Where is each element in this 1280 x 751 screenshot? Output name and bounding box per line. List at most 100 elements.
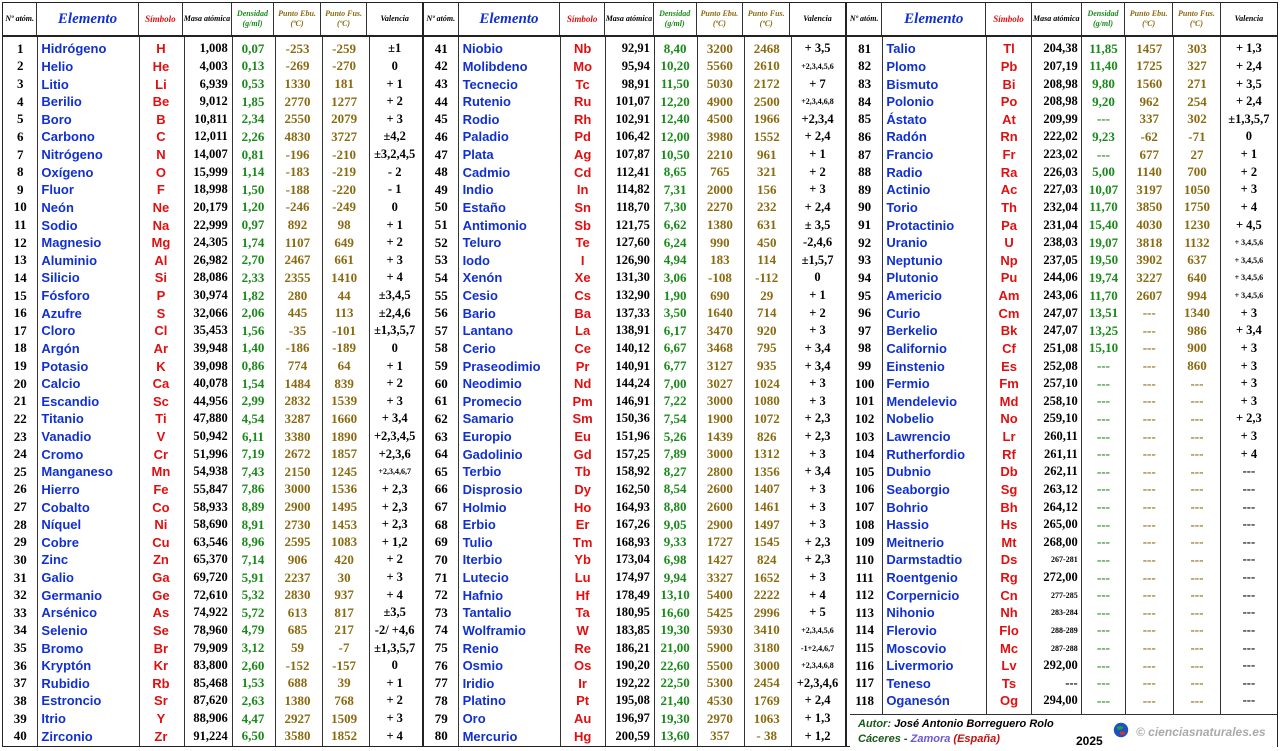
element-symbol: Rg bbox=[1000, 570, 1018, 586]
atomic-number: 84 bbox=[858, 93, 872, 109]
atomic-number: 107 bbox=[854, 499, 875, 515]
melting-point: 900 bbox=[1187, 340, 1207, 356]
atomic-mass: 168,93 bbox=[615, 534, 650, 549]
element-symbol: Hg bbox=[573, 728, 592, 744]
boiling-point: -269 bbox=[285, 58, 310, 74]
valence: + 3 bbox=[1240, 340, 1258, 355]
density: 8,96 bbox=[241, 534, 265, 550]
author-name: José Antonio Borreguero Rolo bbox=[894, 718, 1054, 730]
valence: ±2,4,6 bbox=[378, 305, 411, 320]
element-symbol: Lr bbox=[1002, 429, 1016, 445]
density: --- bbox=[1097, 146, 1110, 162]
header-row: Nº atóm. Elemento Símbolo Masa atómica Densi… bbox=[3, 3, 422, 37]
valence: +2,3,4,6 bbox=[796, 675, 839, 690]
density: 21,00 bbox=[660, 640, 690, 656]
atomic-number: 91 bbox=[858, 217, 872, 233]
valence: + 4 bbox=[1240, 199, 1258, 214]
boiling-point: 3468 bbox=[706, 340, 733, 356]
atomic-number: 105 bbox=[854, 463, 875, 479]
melting-point: 1230 bbox=[1183, 217, 1210, 233]
element-name: Estaño bbox=[462, 199, 506, 215]
element-symbol: Zn bbox=[152, 552, 169, 568]
melting-point: 961 bbox=[756, 146, 777, 162]
atomic-number: 39 bbox=[13, 710, 27, 726]
atomic-number: 117 bbox=[855, 675, 875, 691]
density: 9,23 bbox=[1092, 128, 1115, 144]
element-name: Teluro bbox=[462, 235, 502, 251]
boiling-point: 4530 bbox=[706, 692, 733, 708]
element-symbol: Ru bbox=[573, 94, 592, 110]
table-row: 36 Kryptón Kr 83,800 2,60 -152 -157 0 bbox=[3, 657, 422, 675]
element-name: Dubnio bbox=[886, 464, 932, 480]
valence: - 2 bbox=[387, 164, 402, 179]
valence: --- bbox=[1242, 693, 1256, 708]
element-name: Darmstadtio bbox=[886, 552, 963, 568]
melting-point: 768 bbox=[334, 692, 354, 708]
atomic-number: 23 bbox=[13, 428, 27, 444]
boiling-point: -253 bbox=[285, 40, 310, 56]
table-row: 64 Gadolinio Gd 157,25 7,89 3000 1312 + 3 bbox=[424, 445, 845, 463]
element-symbol: Pt bbox=[576, 693, 590, 709]
periodic-data-sheet: Nº atóm. Elemento Símbolo Masa atómica Densi… bbox=[2, 2, 1278, 748]
atomic-number: 46 bbox=[434, 128, 448, 144]
density: 5,32 bbox=[241, 587, 265, 603]
atomic-number: 10 bbox=[13, 199, 27, 215]
atomic-number: 53 bbox=[434, 252, 448, 268]
element-symbol: O bbox=[155, 164, 166, 180]
valence: + 3,4,5,6 bbox=[1234, 238, 1264, 248]
column-divider bbox=[1031, 37, 1033, 714]
element-name: Plata bbox=[462, 147, 494, 163]
boiling-point: 1107 bbox=[284, 234, 311, 250]
boiling-point: --- bbox=[1142, 322, 1156, 338]
atomic-number: 27 bbox=[13, 499, 27, 515]
melting-point: 700 bbox=[1187, 164, 1207, 180]
valence: + 2,3 bbox=[381, 499, 408, 514]
element-symbol: Mt bbox=[1001, 534, 1017, 550]
table-row: 91 Protactinio Pa 231,04 15,40 4030 1230 + 4,5 bbox=[847, 216, 1277, 234]
density: 7,89 bbox=[663, 446, 687, 462]
density: 13,10 bbox=[660, 587, 690, 603]
boiling-point: 5425 bbox=[706, 604, 733, 620]
melting-point: 2996 bbox=[753, 604, 780, 620]
valence: + 1 bbox=[1240, 147, 1258, 162]
melting-point: 254 bbox=[1187, 93, 1207, 109]
atomic-mass: 58,690 bbox=[193, 517, 228, 532]
atomic-number: 32 bbox=[13, 587, 27, 603]
boiling-point: 1330 bbox=[284, 76, 311, 92]
table-row: 96 Curio Cm 247,07 13,51 --- 1340 + 3 bbox=[847, 304, 1277, 322]
boiling-point: 3580 bbox=[284, 728, 311, 744]
table-row: 99 Einstenio Es 252,08 --- --- 860 + 3 bbox=[847, 357, 1277, 375]
table-row: 57 Lantano La 138,91 6,17 3470 920 + 3 bbox=[424, 322, 845, 340]
melting-point: 714 bbox=[756, 305, 777, 321]
atomic-mass: 55,847 bbox=[193, 481, 228, 496]
atomic-number: 37 bbox=[13, 675, 27, 691]
valence: + 1 bbox=[386, 675, 403, 690]
melting-point: 2454 bbox=[753, 675, 780, 691]
boiling-point: -108 bbox=[707, 269, 732, 285]
density: 4,79 bbox=[241, 622, 265, 638]
melting-point: 935 bbox=[756, 358, 777, 374]
element-symbol: Ta bbox=[575, 605, 590, 621]
element-symbol: Na bbox=[152, 217, 170, 233]
valence: + 1,3 bbox=[1235, 41, 1262, 56]
atomic-number: 15 bbox=[13, 287, 27, 303]
table-row: 88 Radio Ra 226,03 5,00 1140 700 + 2 bbox=[847, 163, 1277, 181]
density: 10,20 bbox=[660, 58, 690, 74]
melting-point: 795 bbox=[756, 340, 777, 356]
header-melting-point: Punto Fus.(ºC) bbox=[1173, 3, 1221, 35]
melting-point: 156 bbox=[756, 181, 777, 197]
element-symbol: Si bbox=[154, 270, 168, 286]
valence: + 1 bbox=[809, 288, 826, 303]
boiling-point: 3470 bbox=[706, 322, 733, 338]
header-boiling-point: Punto Ebu.(ºC) bbox=[274, 3, 321, 35]
valence: + 3,5 bbox=[804, 41, 831, 56]
valence: +2,3,4,6,8 bbox=[801, 661, 834, 671]
table-row: 84 Polonio Po 208,98 9,20 962 254 + 2,4 bbox=[847, 93, 1277, 111]
element-name: Aluminio bbox=[41, 252, 98, 268]
table-row: 118 Oganesón Og 294,00 --- --- --- --- bbox=[847, 692, 1277, 710]
melting-point: 824 bbox=[756, 551, 777, 567]
density: 22,60 bbox=[660, 657, 690, 673]
element-name: Plutonio bbox=[886, 270, 939, 286]
table-row: 110 Darmstadtio Ds 267-281 --- --- --- --- bbox=[847, 551, 1277, 569]
valence: + 3,4 bbox=[804, 464, 831, 479]
